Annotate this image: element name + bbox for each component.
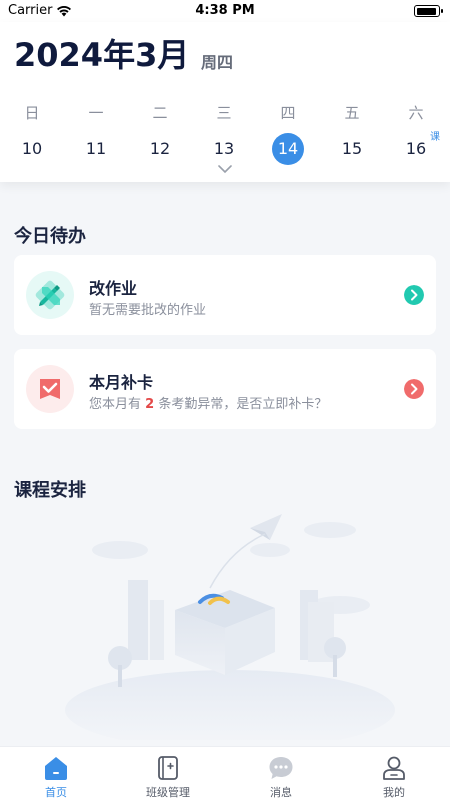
day-friday[interactable]: 五 15 [330, 102, 374, 162]
checklist-icon [40, 379, 60, 399]
attendance-title: 本月补卡 [89, 373, 154, 392]
day-number: 10 [21, 139, 43, 158]
tab-home[interactable]: 首页 [0, 747, 112, 800]
day-number: 12 [149, 139, 171, 158]
week-strip: 日 10 一 11 二 12 三 13 四 14 五 15 六 16 课 [0, 102, 450, 165]
todo-section-title: 今日待办 [14, 226, 86, 247]
day-number: 11 [85, 139, 107, 158]
pencil-ruler-icon [35, 280, 65, 310]
attendance-icon-bg [26, 365, 74, 413]
day-thursday-selected[interactable]: 四 14 [266, 102, 310, 165]
day-name: 一 [88, 104, 104, 122]
day-monday[interactable]: 一 11 [74, 102, 118, 162]
day-sunday[interactable]: 日 10 [10, 102, 54, 162]
tab-profile-label: 我的 [383, 786, 405, 799]
status-bar: Carrier 4:38 PM [0, 0, 450, 22]
day-name: 六 [408, 104, 424, 122]
tab-messages[interactable]: 消息 [225, 747, 337, 800]
tab-home-label: 首页 [45, 786, 67, 799]
battery-icon [414, 5, 443, 17]
attendance-sub-prefix: 您本月有 [89, 397, 142, 412]
day-number-selected: 14 [272, 133, 304, 165]
weekday-label: 周四 [201, 53, 234, 72]
chevron-right-icon[interactable] [404, 285, 424, 305]
homework-subtitle: 暂无需要批改的作业 [89, 303, 207, 318]
schedule-section-title: 课程安排 [14, 480, 86, 501]
homework-card[interactable]: 改作业 暂无需要批改的作业 [14, 255, 436, 335]
chat-bubble-icon [269, 757, 293, 779]
day-wednesday[interactable]: 三 13 [202, 102, 246, 162]
tab-messages-label: 消息 [270, 786, 292, 799]
day-number: 15 [341, 139, 363, 158]
attendance-card[interactable]: 本月补卡 您本月有 2 条考勤异常，是否立即补卡？ [14, 349, 436, 429]
day-name: 五 [344, 104, 360, 122]
attendance-subtitle: 您本月有 2 条考勤异常，是否立即补卡？ [89, 393, 327, 412]
home-icon [45, 757, 67, 780]
chevron-down-icon[interactable] [218, 164, 232, 174]
day-name: 二 [152, 104, 168, 122]
day-number: 16 [405, 139, 427, 158]
day-saturday[interactable]: 六 16 课 [394, 102, 440, 162]
month-title[interactable]: 2024年3月 [14, 30, 189, 76]
day-tuesday[interactable]: 二 12 [138, 102, 182, 162]
day-name: 三 [216, 104, 232, 122]
tab-profile[interactable]: 我的 [338, 747, 450, 800]
tab-class-management[interactable]: 班级管理 [112, 747, 224, 800]
homework-title: 改作业 [89, 279, 138, 298]
day-number: 13 [213, 139, 235, 158]
day-name: 四 [280, 104, 296, 122]
empty-state-illustration [65, 514, 395, 740]
tab-bar: 首页 班级管理 消息 我的 [0, 746, 450, 800]
user-icon [383, 756, 405, 780]
calendar-header: 2024年3月 周四 日 10 一 11 二 12 三 13 四 14 五 15… [0, 22, 450, 182]
tab-class-management-label: 班级管理 [146, 786, 190, 799]
anomaly-count: 2 [145, 397, 155, 412]
chevron-right-icon[interactable] [404, 379, 424, 399]
day-name: 日 [24, 104, 40, 122]
class-book-icon [158, 756, 178, 780]
status-time: 4:38 PM [195, 3, 255, 18]
homework-icon-bg [26, 271, 74, 319]
battery-level [416, 7, 436, 15]
attendance-sub-suffix: 条考勤异常，是否立即补卡？ [158, 397, 328, 412]
class-badge: 课 [430, 132, 440, 143]
